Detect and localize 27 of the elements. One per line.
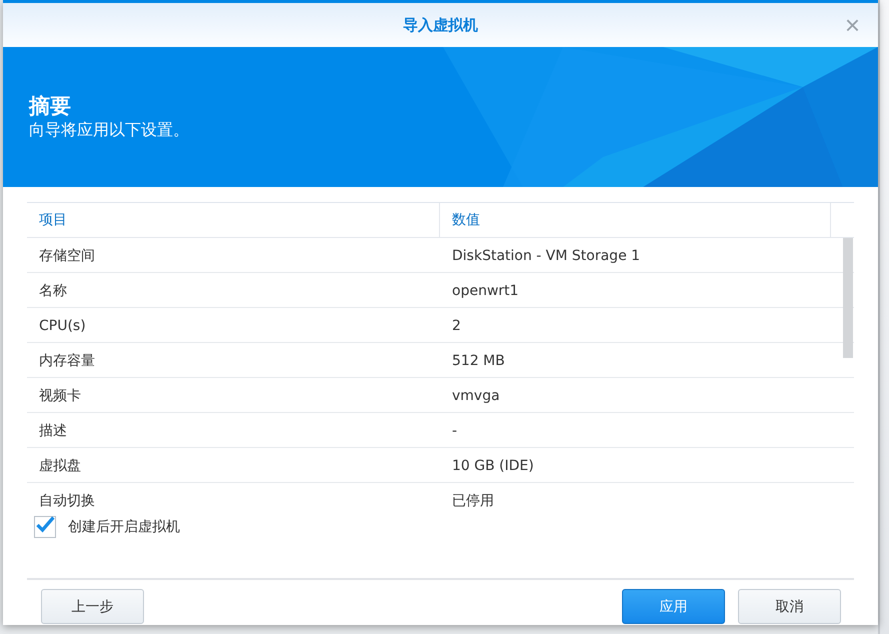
table-cell-text: - [451,422,458,441]
table-cell-text: 10 GB (IDE) [451,457,535,476]
table-cell-text: CPU(s) [38,317,87,336]
table-cell-text: 内存容量 [38,352,96,371]
table-cell-text: 虚拟盘 [38,457,82,476]
checkbox-label: 创建后开启虚拟机 [68,518,180,536]
table-cell-text: 视频卡 [38,387,82,406]
apply-button[interactable]: 应用 [622,589,725,624]
table-cell-text: DiskStation - VM Storage 1 [451,247,642,266]
column-header[interactable]: 项目 [27,203,440,237]
section-subtitle: 向导将应用以下设置。 [29,119,190,141]
table-cell-text: 描述 [38,422,68,441]
table-cell-text: 存储空间 [38,247,96,266]
cancel-button[interactable]: 取消 [738,589,841,624]
back-button[interactable]: 上一步 [41,589,144,624]
table-cell-text: 已停用 [451,492,495,508]
table-cell-text: vmvga [451,387,501,406]
table-cell-text: 512 MB [451,352,506,371]
table-cell-text: openwrt1 [451,282,520,301]
table-cell-text: 自动切换 [38,492,96,508]
checkbox[interactable] [34,516,56,538]
section-title: 摘要 [29,93,72,119]
table-cell-text: 2 [451,317,462,336]
scrollbar[interactable] [843,238,853,358]
window-title: 导入虚拟机 [403,16,478,34]
table-cell-text: 名称 [38,282,68,301]
column-header[interactable]: 数值 [440,203,831,237]
